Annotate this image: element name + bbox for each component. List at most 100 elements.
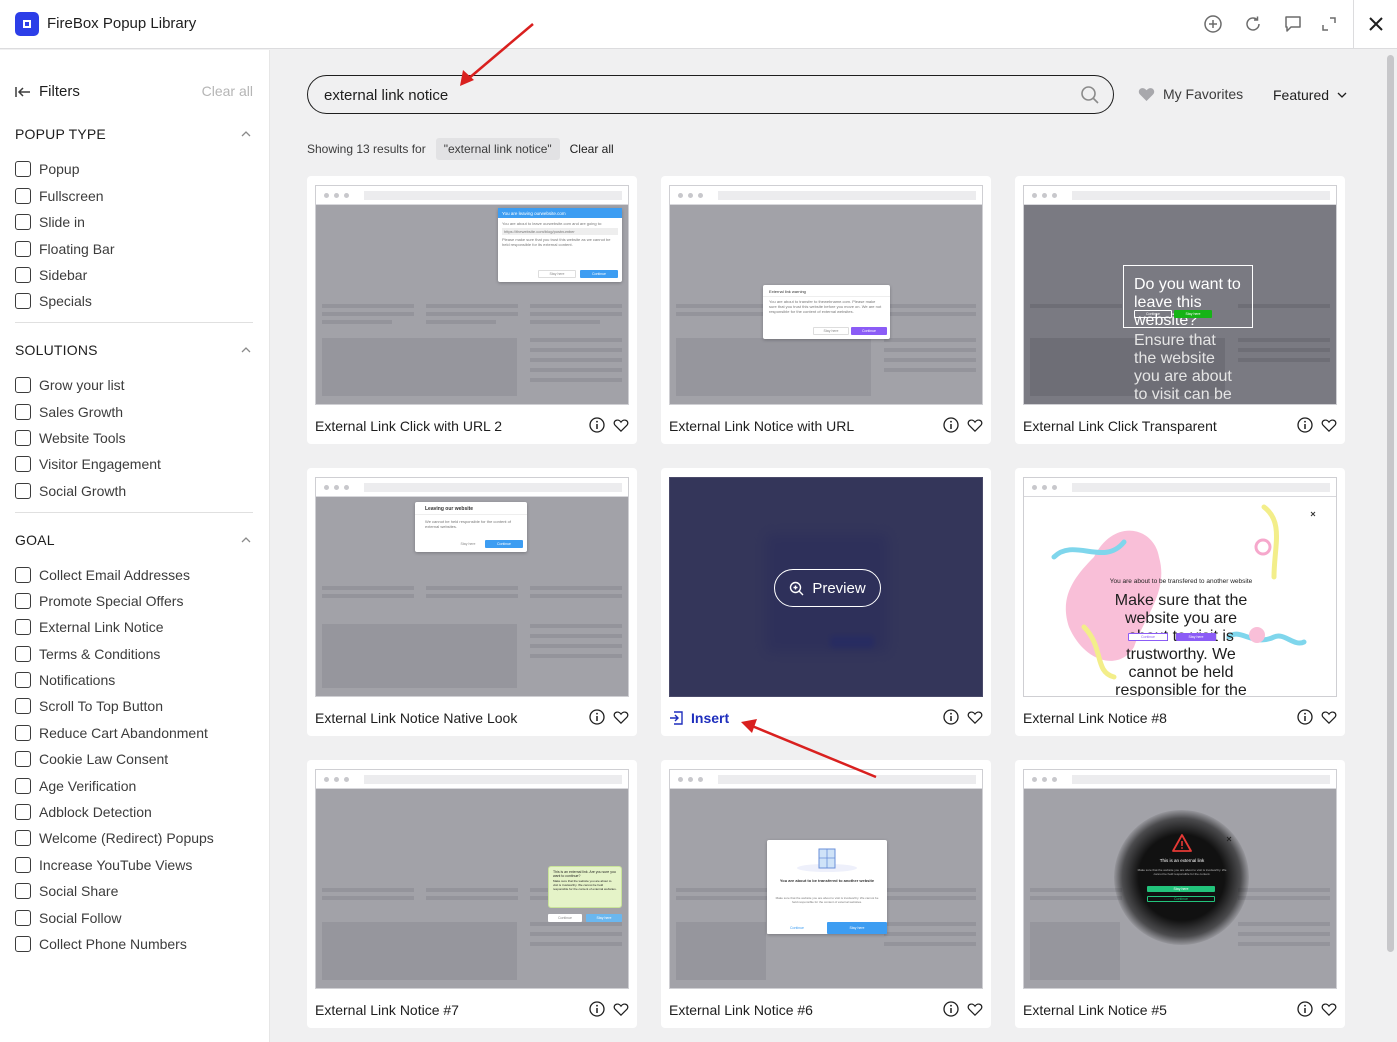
heart-outline-icon[interactable] [1321,710,1337,725]
template-thumbnail[interactable]: You are about to be transfered to anothe… [669,769,983,989]
checkbox[interactable] [15,672,31,688]
info-icon[interactable] [943,1001,959,1017]
template-thumbnail[interactable]: This is an external link. Are you sure y… [315,769,629,989]
checkbox[interactable] [15,830,31,846]
checkbox[interactable] [15,214,31,230]
info-icon[interactable] [589,709,605,725]
section-popup-type[interactable]: POPUP TYPE [15,126,253,146]
checkbox[interactable] [15,593,31,609]
filter-option[interactable]: Website Tools [15,428,126,448]
filter-option[interactable]: Promote Special Offers [15,591,183,611]
template-card[interactable]: You are about to be transfered to anothe… [1015,468,1345,736]
checkbox[interactable] [15,483,31,499]
filter-option[interactable]: Cookie Law Consent [15,749,168,769]
checkbox[interactable] [15,857,31,873]
insert-button[interactable]: Insert [669,710,729,726]
filter-option[interactable]: Fullscreen [15,186,104,206]
filter-option[interactable]: Sidebar [15,265,87,285]
heart-outline-icon[interactable] [967,418,983,433]
preview-button[interactable]: Preview [774,569,881,607]
heart-outline-icon[interactable] [1321,1002,1337,1017]
info-icon[interactable] [589,417,605,433]
collapse-arrow-icon[interactable] [15,86,31,98]
template-thumbnail[interactable]: Do you want to leave this website? Ensur… [1023,185,1337,405]
checkbox[interactable] [15,725,31,741]
filter-option[interactable]: Collect Phone Numbers [15,934,187,954]
checkbox[interactable] [15,804,31,820]
refresh-icon[interactable] [1241,12,1265,36]
filter-option[interactable]: External Link Notice [15,617,164,637]
filter-option[interactable]: Welcome (Redirect) Popups [15,828,214,848]
sort-dropdown[interactable]: Featured [1273,87,1347,103]
info-icon[interactable] [1297,709,1313,725]
info-icon[interactable] [943,709,959,725]
info-icon[interactable] [943,417,959,433]
checkbox[interactable] [15,778,31,794]
checkbox[interactable] [15,698,31,714]
section-goal[interactable]: GOAL [15,532,253,552]
checkbox[interactable] [15,910,31,926]
checkbox[interactable] [15,883,31,899]
template-card[interactable]: You are leaving ourwebsite.com You are a… [307,176,637,444]
filter-option[interactable]: Slide in [15,212,85,232]
info-icon[interactable] [589,1001,605,1017]
filter-option[interactable]: Terms & Conditions [15,644,160,664]
filter-option[interactable]: Adblock Detection [15,802,152,822]
close-icon[interactable] [1364,12,1388,36]
filter-option[interactable]: Age Verification [15,776,136,796]
info-icon[interactable] [1297,417,1313,433]
heart-outline-icon[interactable] [967,1002,983,1017]
template-thumbnail[interactable]: You are leaving ourwebsite.com You are a… [315,185,629,405]
checkbox[interactable] [15,456,31,472]
info-icon[interactable] [1297,1001,1313,1017]
plus-circle-icon[interactable] [1201,12,1225,36]
template-card[interactable]: This is an external link. Are you sure y… [307,760,637,1028]
filter-option[interactable]: Scroll To Top Button [15,696,163,716]
checkbox[interactable] [15,241,31,257]
my-favorites-button[interactable]: My Favorites [1138,86,1243,102]
heart-outline-icon[interactable] [613,418,629,433]
comment-icon[interactable] [1281,12,1305,36]
filter-option[interactable]: Social Growth [15,481,126,501]
template-card[interactable]: Do you want to leave this website? Ensur… [1015,176,1345,444]
template-thumbnail[interactable]: Preview [669,477,983,697]
checkbox[interactable] [15,430,31,446]
checkbox[interactable] [15,751,31,767]
filter-option[interactable]: Sales Growth [15,402,123,422]
template-card-hovered[interactable]: Preview Insert [661,468,991,736]
template-card[interactable]: This is an external link Make sure that … [1015,760,1345,1028]
fullscreen-icon[interactable] [1317,12,1341,36]
checkbox[interactable] [15,377,31,393]
filter-option[interactable]: Floating Bar [15,239,114,259]
template-card[interactable]: External link warning You are about to t… [661,176,991,444]
heart-outline-icon[interactable] [613,1002,629,1017]
section-solutions[interactable]: SOLUTIONS [15,342,253,362]
results-clear-link[interactable]: Clear all [570,142,614,156]
heart-outline-icon[interactable] [613,710,629,725]
filter-option[interactable]: Grow your list [15,375,125,395]
filter-option[interactable]: Collect Email Addresses [15,565,190,585]
filter-option[interactable]: Increase YouTube Views [15,855,192,875]
template-thumbnail[interactable]: This is an external link Make sure that … [1023,769,1337,989]
checkbox[interactable] [15,188,31,204]
clear-all-filters-link[interactable]: Clear all [202,83,253,99]
filter-option[interactable]: Social Share [15,881,118,901]
template-card[interactable]: You are about to be transfered to anothe… [661,760,991,1028]
filter-option[interactable]: Social Follow [15,908,121,928]
filter-option[interactable]: Specials [15,291,92,311]
heart-outline-icon[interactable] [967,710,983,725]
checkbox[interactable] [15,293,31,309]
heart-outline-icon[interactable] [1321,418,1337,433]
template-thumbnail[interactable]: External link warning You are about to t… [669,185,983,405]
filter-option[interactable]: Reduce Cart Abandonment [15,723,208,743]
filter-option[interactable]: Notifications [15,670,115,690]
search-input[interactable] [324,85,1064,105]
filter-option[interactable]: Visitor Engagement [15,454,161,474]
checkbox[interactable] [15,161,31,177]
search-box[interactable] [307,75,1114,114]
checkbox[interactable] [15,567,31,583]
template-thumbnail[interactable]: You are about to be transfered to anothe… [1023,477,1337,697]
filter-option[interactable]: Popup [15,159,79,179]
template-thumbnail[interactable]: Leaving our website We cannot be held re… [315,477,629,697]
checkbox[interactable] [15,404,31,420]
